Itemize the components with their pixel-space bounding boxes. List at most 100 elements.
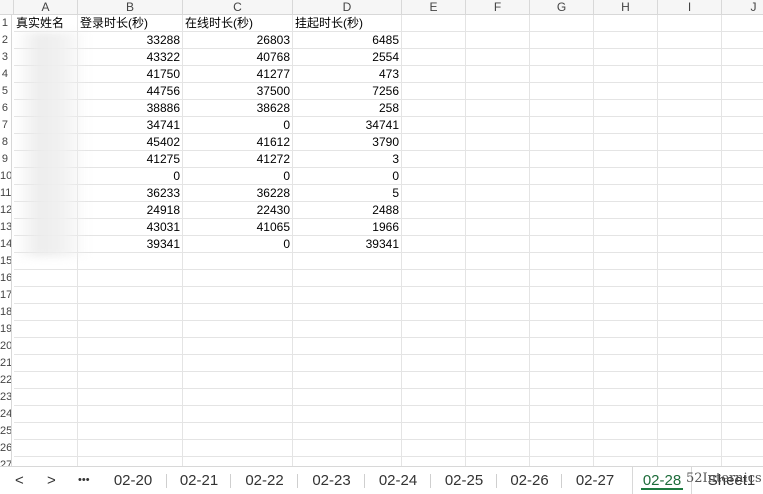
row-header-13[interactable]: 13	[0, 219, 12, 236]
cell-D24[interactable]	[293, 406, 402, 423]
cell-F7[interactable]	[466, 117, 530, 134]
row-header-21[interactable]: 21	[0, 355, 12, 372]
cell-F1[interactable]	[466, 15, 530, 32]
cell-H6[interactable]	[594, 100, 658, 117]
cell-F13[interactable]	[466, 219, 530, 236]
column-header-G[interactable]: G	[530, 0, 594, 15]
cell-A27[interactable]	[14, 457, 78, 466]
cell-H7[interactable]	[594, 117, 658, 134]
cell-E11[interactable]	[402, 185, 466, 202]
cell-H19[interactable]	[594, 321, 658, 338]
cell-H15[interactable]	[594, 253, 658, 270]
data-cell-D5[interactable]: 7256	[293, 83, 402, 100]
cell-I17[interactable]	[658, 287, 722, 304]
cell-F23[interactable]	[466, 389, 530, 406]
header-cell-C[interactable]: 在线时长(秒)	[183, 15, 293, 32]
data-cell-D3[interactable]: 2554	[293, 49, 402, 66]
cell-F6[interactable]	[466, 100, 530, 117]
cell-H24[interactable]	[594, 406, 658, 423]
cell-F21[interactable]	[466, 355, 530, 372]
cell-D21[interactable]	[293, 355, 402, 372]
cell-G26[interactable]	[530, 440, 594, 457]
cell-J23[interactable]	[722, 389, 763, 406]
cell-D17[interactable]	[293, 287, 402, 304]
cell-J18[interactable]	[722, 304, 763, 321]
cell-J14[interactable]	[722, 236, 763, 253]
cell-C17[interactable]	[183, 287, 293, 304]
cell-G5[interactable]	[530, 83, 594, 100]
cell-G19[interactable]	[530, 321, 594, 338]
cell-H5[interactable]	[594, 83, 658, 100]
sheet-tab-02-22[interactable]: 02-22	[232, 467, 297, 494]
cell-F26[interactable]	[466, 440, 530, 457]
cell-A19[interactable]	[14, 321, 78, 338]
cell-J26[interactable]	[722, 440, 763, 457]
cell-E16[interactable]	[402, 270, 466, 287]
data-cell-B12[interactable]: 24918	[78, 202, 183, 219]
cell-H17[interactable]	[594, 287, 658, 304]
cell-B19[interactable]	[78, 321, 183, 338]
cell-I7[interactable]	[658, 117, 722, 134]
cell-I8[interactable]	[658, 134, 722, 151]
cell-F8[interactable]	[466, 134, 530, 151]
cell-H2[interactable]	[594, 32, 658, 49]
row-header-17[interactable]: 17	[0, 287, 12, 304]
data-cell-B3[interactable]: 43322	[78, 49, 183, 66]
cell-B24[interactable]	[78, 406, 183, 423]
row-header-8[interactable]: 8	[0, 134, 12, 151]
cell-J7[interactable]	[722, 117, 763, 134]
cell-E27[interactable]	[402, 457, 466, 466]
cell-G6[interactable]	[530, 100, 594, 117]
cell-F12[interactable]	[466, 202, 530, 219]
cell-B16[interactable]	[78, 270, 183, 287]
cell-H10[interactable]	[594, 168, 658, 185]
cell-I2[interactable]	[658, 32, 722, 49]
data-cell-C2[interactable]: 26803	[183, 32, 293, 49]
cell-C20[interactable]	[183, 338, 293, 355]
cell-H16[interactable]	[594, 270, 658, 287]
cell-I27[interactable]	[658, 457, 722, 466]
cell-J17[interactable]	[722, 287, 763, 304]
data-cell-B2[interactable]: 33288	[78, 32, 183, 49]
row-header-5[interactable]: 5	[0, 83, 12, 100]
cell-E2[interactable]	[402, 32, 466, 49]
cell-E8[interactable]	[402, 134, 466, 151]
cell-B20[interactable]	[78, 338, 183, 355]
column-header-A[interactable]: A	[14, 0, 78, 15]
data-cell-D7[interactable]: 34741	[293, 117, 402, 134]
data-cell-D6[interactable]: 258	[293, 100, 402, 117]
row-header-24[interactable]: 24	[0, 406, 12, 423]
row-header-23[interactable]: 23	[0, 389, 12, 406]
row-header-10[interactable]: 10	[0, 168, 12, 185]
cell-E21[interactable]	[402, 355, 466, 372]
cell-B22[interactable]	[78, 372, 183, 389]
cell-G8[interactable]	[530, 134, 594, 151]
cell-G4[interactable]	[530, 66, 594, 83]
data-cell-C14[interactable]: 0	[183, 236, 293, 253]
data-cell-B9[interactable]: 41275	[78, 151, 183, 168]
cell-H27[interactable]	[594, 457, 658, 466]
cell-G1[interactable]	[530, 15, 594, 32]
row-header-26[interactable]: 26	[0, 440, 12, 457]
sheet-tab-02-24[interactable]: 02-24	[366, 467, 430, 494]
column-header-D[interactable]: D	[293, 0, 402, 15]
cell-B27[interactable]	[78, 457, 183, 466]
cell-H11[interactable]	[594, 185, 658, 202]
data-cell-B8[interactable]: 45402	[78, 134, 183, 151]
cell-A22[interactable]	[14, 372, 78, 389]
data-cell-D4[interactable]: 473	[293, 66, 402, 83]
cell-J25[interactable]	[722, 423, 763, 440]
cell-I10[interactable]	[658, 168, 722, 185]
cell-A17[interactable]	[14, 287, 78, 304]
data-cell-C7[interactable]: 0	[183, 117, 293, 134]
cell-I25[interactable]	[658, 423, 722, 440]
cell-B23[interactable]	[78, 389, 183, 406]
cell-C16[interactable]	[183, 270, 293, 287]
data-cell-D10[interactable]: 0	[293, 168, 402, 185]
cell-E5[interactable]	[402, 83, 466, 100]
cell-B25[interactable]	[78, 423, 183, 440]
row-header-22[interactable]: 22	[0, 372, 12, 389]
cell-E10[interactable]	[402, 168, 466, 185]
cell-H1[interactable]	[594, 15, 658, 32]
data-cell-D12[interactable]: 2488	[293, 202, 402, 219]
